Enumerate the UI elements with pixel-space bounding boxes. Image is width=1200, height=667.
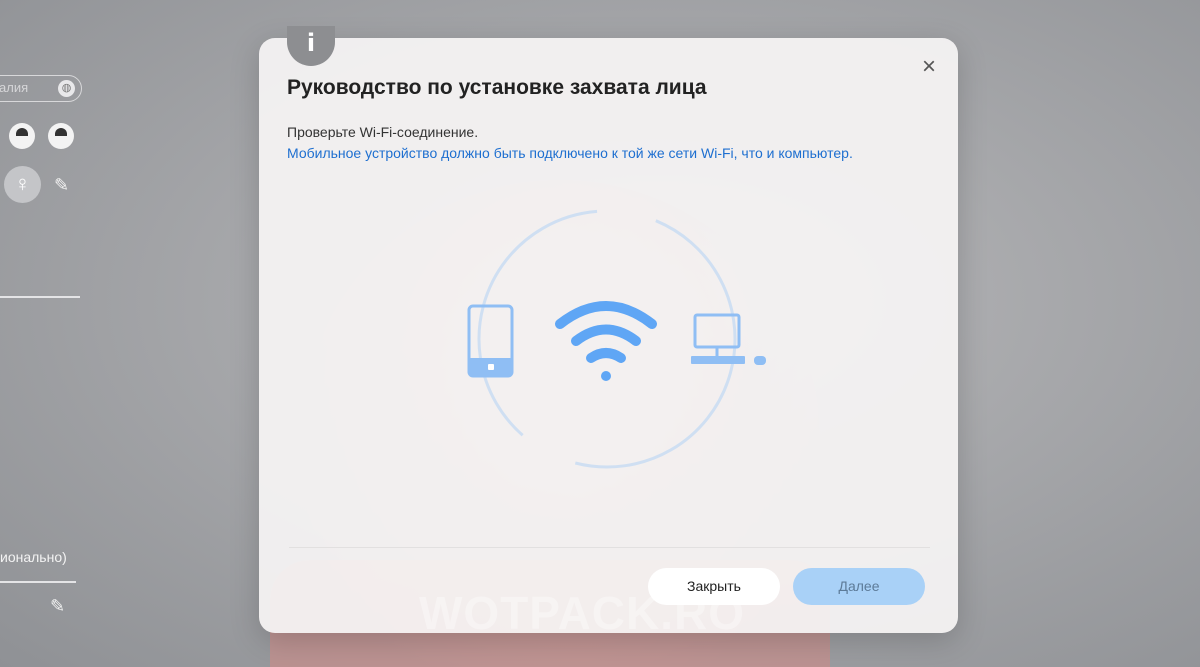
footer-divider [289, 547, 930, 548]
wifi-icon [555, 301, 657, 381]
info-icon: i [287, 26, 335, 66]
globe-icon: ◍ [58, 80, 75, 97]
dashed-ring [477, 209, 737, 469]
close-button[interactable]: Закрыть [648, 568, 780, 605]
close-icon[interactable]: × [918, 55, 940, 79]
female-icon: ♀ [4, 166, 41, 203]
phone-icon [467, 304, 514, 378]
wifi-connection-illustration [467, 209, 766, 469]
dialog-title: Руководство по установке захвата лица [287, 76, 707, 99]
instruction-hint: Мобильное устройство должно быть подключ… [287, 145, 853, 161]
background-search-placeholder: алия [0, 80, 29, 95]
avatar-man-icon [9, 123, 35, 149]
background-divider [0, 296, 80, 298]
face-capture-guide-dialog: i × Руководство по установке захвата лиц… [259, 26, 958, 639]
edit-icon: ✎ [54, 175, 70, 195]
instruction-text: Проверьте Wi-Fi-соединение. [287, 124, 479, 140]
background-side-text: ионально) [0, 549, 67, 565]
background-search-field: алия ◍ [0, 75, 82, 102]
next-button[interactable]: Далее [793, 568, 925, 605]
avatar-glasses-icon [48, 123, 74, 149]
background-divider [0, 581, 76, 583]
computer-icon [691, 313, 766, 365]
edit-icon: ✎ [50, 596, 66, 616]
